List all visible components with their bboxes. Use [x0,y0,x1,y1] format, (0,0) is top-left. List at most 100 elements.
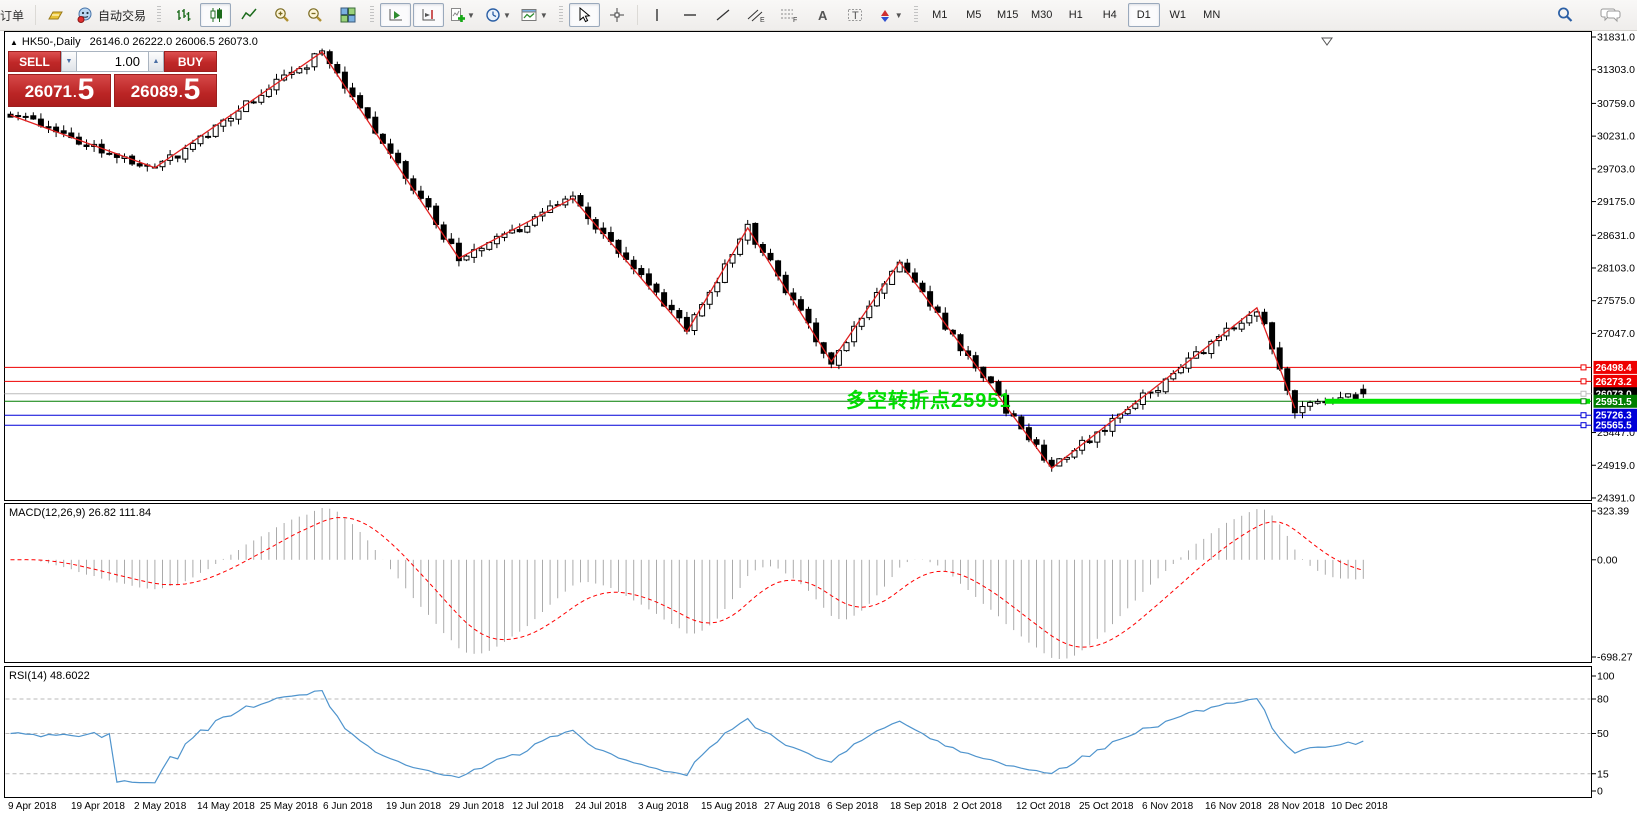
chat-button[interactable] [1595,3,1626,27]
robot-icon [77,7,94,23]
hline-handle[interactable] [1581,399,1586,404]
pivot-highlight-segment[interactable] [1325,399,1590,404]
vertical-line-icon [651,7,663,23]
chevron-down-icon: ▼ [895,11,903,20]
arrows-tool-button[interactable]: ▼ [873,3,907,27]
decimal-separator: . [179,81,183,105]
sell-button[interactable]: SELL [8,51,61,72]
toolbar: 订单 自动交易 [0,0,1637,31]
clock-icon [485,7,501,23]
chart-shift-button[interactable] [413,3,444,27]
crosshair-button[interactable] [602,3,633,27]
svg-text:30759.0: 30759.0 [1597,98,1635,110]
vertical-line-tool-button[interactable] [642,3,673,27]
autotrading-label: 自动交易 [98,7,146,24]
line-chart-icon [241,7,257,23]
text-tool-button[interactable]: A [807,3,838,27]
tab-timeframe-W1[interactable]: W1 [1162,3,1194,27]
hline-handle[interactable] [1581,391,1586,396]
trendline-tool-button[interactable] [708,3,739,27]
tab-timeframe-H1[interactable]: H1 [1060,3,1092,27]
svg-text:80: 80 [1597,694,1609,706]
tab-timeframe-M30[interactable]: M30 [1026,3,1058,27]
main-chart-panel[interactable]: 31831.031303.030759.030231.029703.029175… [0,31,1637,502]
date-axis[interactable]: 9 Apr 201819 Apr 20182 May 201814 May 20… [0,799,1637,816]
svg-text:28631.0: 28631.0 [1597,230,1635,242]
toolbar-separator [637,5,638,25]
volume-decrease-button[interactable]: ▼ [61,51,77,72]
sell-price-button[interactable]: 26071.5 [8,74,111,107]
chevron-down-icon: ▼ [503,11,511,20]
candlestick-mode-button[interactable] [200,3,231,27]
cursor-icon [577,7,591,23]
bar-chart-mode-button[interactable] [167,3,198,27]
date-tick-label: 12 Oct 2018 [1016,801,1070,812]
volume-input[interactable]: 1.00 [77,51,148,72]
tile-windows-button[interactable] [332,3,363,27]
svg-text:F: F [793,17,797,23]
chevron-down-icon: ▼ [467,11,475,20]
zoom-in-button[interactable] [266,3,297,27]
rsi-panel[interactable]: 1008050150 [0,666,1637,798]
periods-button[interactable]: ▼ [481,3,515,27]
search-icon [1556,6,1574,24]
hline-handle[interactable] [1581,423,1586,428]
svg-text:50: 50 [1597,728,1609,740]
toolbar-grip [914,6,918,24]
templates-button[interactable]: ▼ [517,3,552,27]
macd-panel[interactable]: 323.390.00-698.27 [0,503,1637,664]
buy-button[interactable]: BUY [164,51,217,72]
one-click-trading-panel: SELL ▼ 1.00 ▲ BUY 26071.5 26089.5 [8,51,217,107]
date-tick-label: 25 May 2018 [260,801,318,812]
toolbar-grip [559,6,563,24]
indicators-button[interactable]: ▼ [446,3,479,27]
date-tick-label: 19 Apr 2018 [71,801,125,812]
cursor-button[interactable] [569,3,600,27]
rsi-axis[interactable]: 1008050150 [1592,671,1615,798]
tab-timeframe-M15[interactable]: M15 [992,3,1024,27]
search-button[interactable] [1549,3,1580,27]
auto-scroll-button[interactable] [380,3,411,27]
zoom-out-icon [307,7,323,23]
rsi-indicator-label: RSI(14) 48.6022 [9,670,90,682]
buy-price-button[interactable]: 26089.5 [114,74,217,107]
date-tick-label: 25 Oct 2018 [1079,801,1133,812]
macd-axis[interactable]: 323.390.00-698.27 [1592,506,1633,664]
svg-text:323.39: 323.39 [1597,506,1629,518]
svg-text:28103.0: 28103.0 [1597,262,1635,274]
tab-timeframe-D1[interactable]: D1 [1128,3,1160,27]
date-tick-label: 15 Aug 2018 [701,801,757,812]
macd-indicator-label: MACD(12,26,9) 26.82 111.84 [9,507,151,519]
new-order-button[interactable] [40,3,71,27]
date-tick-label: 12 Jul 2018 [512,801,564,812]
tab-timeframe-M5[interactable]: M5 [958,3,990,27]
date-tick-label: 18 Sep 2018 [890,801,947,812]
bar-chart-icon [175,7,191,23]
tab-timeframe-H4[interactable]: H4 [1094,3,1126,27]
text-label-tool-button[interactable]: T [840,3,871,27]
zoom-out-button[interactable] [299,3,330,27]
chart-title: ▲HK50-,Daily26146.0 26222.0 26006.5 2607… [10,36,258,48]
svg-text:29175.0: 29175.0 [1597,196,1635,208]
hline-handle[interactable] [1581,413,1586,418]
buy-price-main: 26089 [131,79,178,105]
hline-handle[interactable] [1581,365,1586,370]
orders-button[interactable]: 订单 [0,3,31,27]
toolbar-separator [35,5,36,25]
hline-handle[interactable] [1581,379,1586,384]
fibonacci-tool-button[interactable]: F [774,3,805,27]
auto-scroll-icon [388,7,404,23]
symbol-period-label: HK50-,Daily [22,36,81,48]
collapse-triangle-icon[interactable]: ▲ [10,38,18,47]
line-chart-mode-button[interactable] [233,3,264,27]
horizontal-line-tool-button[interactable] [675,3,706,27]
svg-text:T: T [852,10,859,22]
volume-increase-button[interactable]: ▲ [148,51,164,72]
tab-timeframe-M1[interactable]: M1 [924,3,956,27]
tab-timeframe-MN[interactable]: MN [1196,3,1228,27]
equidistant-channel-tool-button[interactable]: E [741,3,772,27]
decimal-separator: . [73,81,77,105]
date-tick-label: 29 Jun 2018 [449,801,504,812]
autotrading-button[interactable]: 自动交易 [73,3,150,27]
svg-text:30231.0: 30231.0 [1597,131,1635,143]
